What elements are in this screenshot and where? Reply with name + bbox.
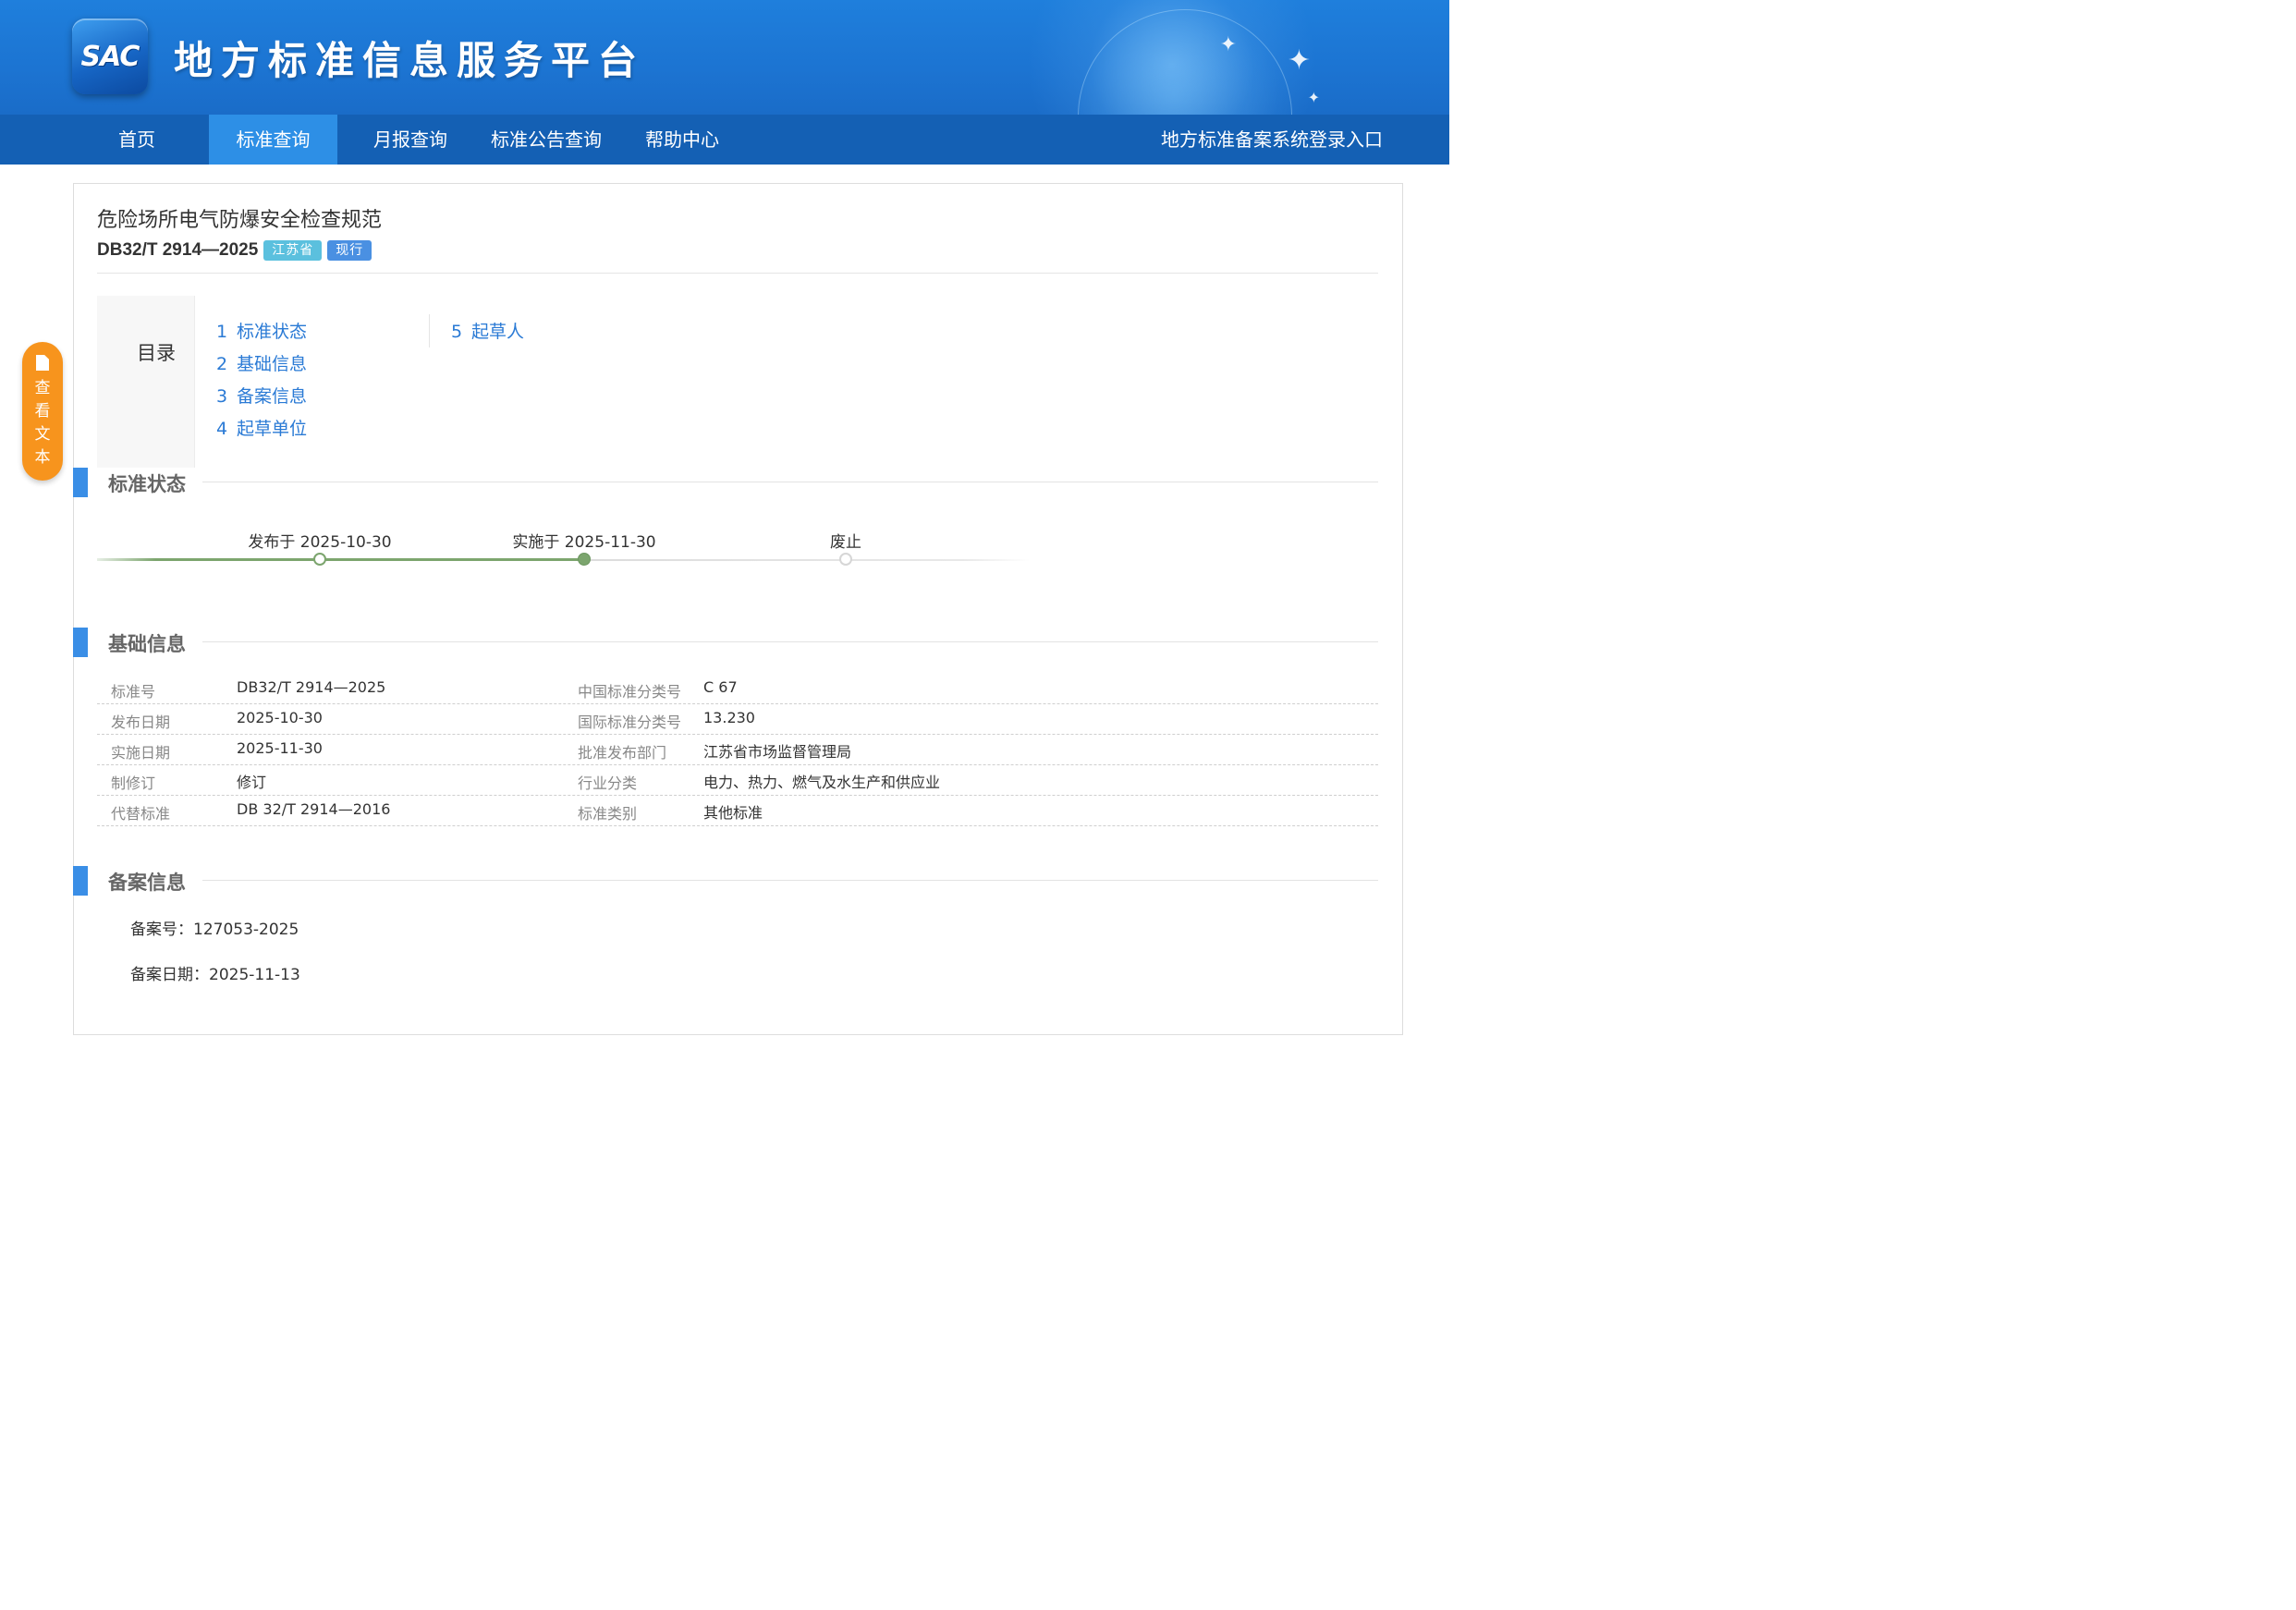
section-title: 标准状态: [108, 473, 186, 495]
toc-item-drafter[interactable]: 5 起草人: [451, 318, 524, 343]
main-nav: 首页 标准查询 月报查询 标准公告查询 帮助中心 地方标准备案系统登录入口: [0, 115, 1449, 165]
field-value: DB32/T 2914—2025: [237, 678, 386, 696]
field-label: 制修订: [111, 775, 156, 792]
timeline-label-implemented: 实施于 2025-11-30: [512, 533, 656, 552]
sparkle-icon: ✦: [1307, 89, 1320, 106]
field-label: 实施日期: [111, 744, 171, 762]
site-title: 地方标准信息服务平台: [174, 38, 646, 83]
section-line: [202, 641, 1378, 642]
status-badge: 现行: [327, 240, 372, 261]
toc-item-record[interactable]: 3 备案信息: [216, 383, 307, 408]
field-label: 行业分类: [578, 775, 638, 792]
toc-item-basic[interactable]: 2 基础信息: [216, 350, 307, 375]
field-value: 电力、热力、燃气及水生产和供应业: [703, 774, 941, 791]
toc-label: 目录: [137, 342, 176, 364]
timeline-label-published: 发布于 2025-10-30: [248, 533, 392, 552]
content-card: [73, 183, 1403, 1035]
section-header-status: 标准状态: [73, 468, 1378, 497]
field-value: 2025-11-30: [237, 739, 323, 757]
header-banner: ✦ ✦ ✦ SAC 地方标准信息服务平台: [0, 0, 1449, 115]
field-label: 批准发布部门: [578, 744, 667, 762]
sparkle-icon: ✦: [1287, 44, 1311, 77]
document-code: DB32/T 2914—2025: [97, 240, 259, 260]
field-value: DB 32/T 2914—2016: [237, 800, 391, 818]
timeline-label-abolished: 废止: [830, 533, 861, 552]
table-row: 标准号 DB32/T 2914—2025 中国标准分类号 C 67: [97, 673, 1378, 704]
section-title: 基础信息: [108, 633, 186, 655]
nav-item-standard-search[interactable]: 标准查询: [209, 115, 337, 165]
section-accent-bar: [73, 468, 88, 497]
timeline-track: [584, 559, 1030, 561]
field-label: 国际标准分类号: [578, 714, 682, 731]
section-header-record: 备案信息: [73, 866, 1378, 896]
field-label: 发布日期: [111, 714, 171, 731]
toc-item-status[interactable]: 1 标准状态: [216, 318, 307, 343]
sac-logo[interactable]: SAC: [72, 18, 148, 94]
field-value: 江苏省市场监督管理局: [703, 743, 852, 761]
field-value: 13.230: [703, 709, 755, 726]
toc-divider: [429, 314, 430, 348]
filing-system-login-link[interactable]: 地方标准备案系统登录入口: [1161, 115, 1383, 165]
province-badge: 江苏省: [263, 240, 323, 261]
section-accent-bar: [73, 628, 88, 657]
section-accent-bar: [73, 866, 88, 896]
section-header-basic: 基础信息: [73, 628, 1378, 657]
table-row: 实施日期 2025-11-30 批准发布部门 江苏省市场监督管理局: [97, 734, 1378, 765]
timeline-node-abolished: [839, 553, 852, 566]
toc-item-drafting-unit[interactable]: 4 起草单位: [216, 415, 307, 440]
logo-text: SAC: [80, 40, 140, 73]
toc-panel: [97, 296, 195, 468]
table-row: 制修订 修订 行业分类 电力、热力、燃气及水生产和供应业: [97, 764, 1378, 796]
field-label: 中国标准分类号: [578, 683, 682, 701]
section-line: [202, 880, 1378, 881]
document-title: 危险场所电气防爆安全检查规范: [97, 209, 383, 232]
timeline-node-published: [313, 553, 326, 566]
nav-item-monthly-report[interactable]: 月报查询: [351, 115, 470, 165]
field-value: 修订: [237, 774, 267, 791]
view-text-button[interactable]: 查 看 文 本: [22, 342, 63, 481]
divider: [97, 273, 1378, 274]
field-label: 标准类别: [578, 805, 638, 823]
timeline-node-implemented: [578, 553, 591, 566]
table-row: 发布日期 2025-10-30 国际标准分类号 13.230: [97, 703, 1378, 735]
table-row: 代替标准 DB 32/T 2914—2016 标准类别 其他标准: [97, 795, 1378, 826]
sparkle-icon: ✦: [1219, 33, 1237, 56]
nav-item-announcement[interactable]: 标准公告查询: [481, 115, 612, 165]
record-number: 备案号：127053-2025: [130, 921, 299, 939]
view-text-label: 查 看 文 本: [34, 379, 51, 467]
record-date: 备案日期：2025-11-13: [130, 966, 300, 984]
timeline-progress: [97, 558, 584, 561]
document-code-row: DB32/T 2914—2025 江苏省 现行: [97, 238, 372, 262]
field-value: 2025-10-30: [237, 709, 323, 726]
field-label: 标准号: [111, 683, 156, 701]
field-value: C 67: [703, 678, 738, 696]
section-title: 备案信息: [108, 872, 186, 894]
field-label: 代替标准: [111, 805, 171, 823]
document-icon: [36, 355, 49, 371]
nav-item-help[interactable]: 帮助中心: [625, 115, 739, 165]
field-value: 其他标准: [703, 804, 763, 822]
nav-item-home[interactable]: 首页: [65, 115, 209, 165]
